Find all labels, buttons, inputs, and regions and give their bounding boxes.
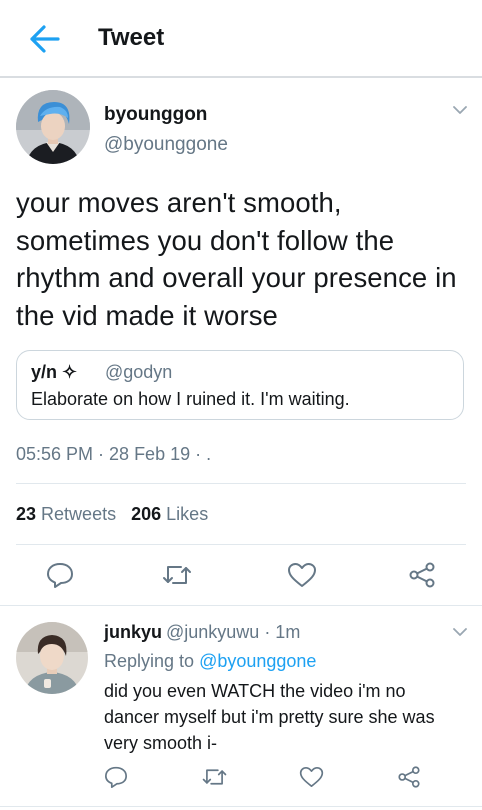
reply-author-meta[interactable]: @junkyuwu · 1m <box>166 622 300 643</box>
tweet-text: your moves aren't smooth, sometimes you … <box>16 187 457 331</box>
replying-to-handle[interactable]: @byounggone <box>199 651 316 671</box>
reply-text: did you even WATCH the video i'm no danc… <box>104 681 435 753</box>
replying-prefix: Replying to <box>104 651 195 671</box>
share-icon[interactable] <box>397 766 421 788</box>
reply-avatar[interactable] <box>16 622 88 694</box>
retweets-label[interactable]: Retweets <box>41 504 116 524</box>
share-icon[interactable] <box>408 562 436 588</box>
author-handle[interactable]: @byounggone <box>104 134 228 156</box>
like-icon[interactable] <box>287 562 317 588</box>
reply-icon[interactable] <box>46 562 74 588</box>
top-bar: Tweet <box>0 0 482 78</box>
avatar[interactable] <box>16 90 90 164</box>
reply-author-name[interactable]: junkyu <box>104 622 162 643</box>
reply-icon[interactable] <box>104 766 128 788</box>
likes-label[interactable]: Likes <box>166 504 208 524</box>
chevron-down-icon[interactable] <box>453 628 467 637</box>
quoted-tweet[interactable]: y/n ✧ @godyn Elaborate on how I ruined i… <box>16 350 464 420</box>
replying-to: Replying to @byounggone <box>104 651 316 672</box>
quoted-author-handle: @godyn <box>105 362 173 382</box>
divider <box>16 544 466 545</box>
divider <box>0 605 482 606</box>
retweets-count[interactable]: 23 <box>16 504 36 524</box>
retweet-icon[interactable] <box>161 562 193 588</box>
likes-count[interactable]: 206 <box>131 504 161 524</box>
engagement-counts: 23 Retweets 206 Likes <box>16 504 208 525</box>
page-title: Tweet <box>98 24 165 51</box>
divider <box>0 806 482 807</box>
chevron-down-icon[interactable] <box>453 106 467 115</box>
author-name[interactable]: byounggon <box>104 104 207 126</box>
back-arrow-icon[interactable] <box>28 24 60 54</box>
tweet-timestamp: 05:56 PM · 28 Feb 19 · . <box>16 444 212 464</box>
retweet-icon[interactable] <box>201 766 228 788</box>
quoted-author-name: y/n ✧ <box>31 362 78 382</box>
quoted-text: Elaborate on how I ruined it. I'm waitin… <box>31 389 350 409</box>
like-icon[interactable] <box>299 766 324 788</box>
divider <box>16 483 466 484</box>
